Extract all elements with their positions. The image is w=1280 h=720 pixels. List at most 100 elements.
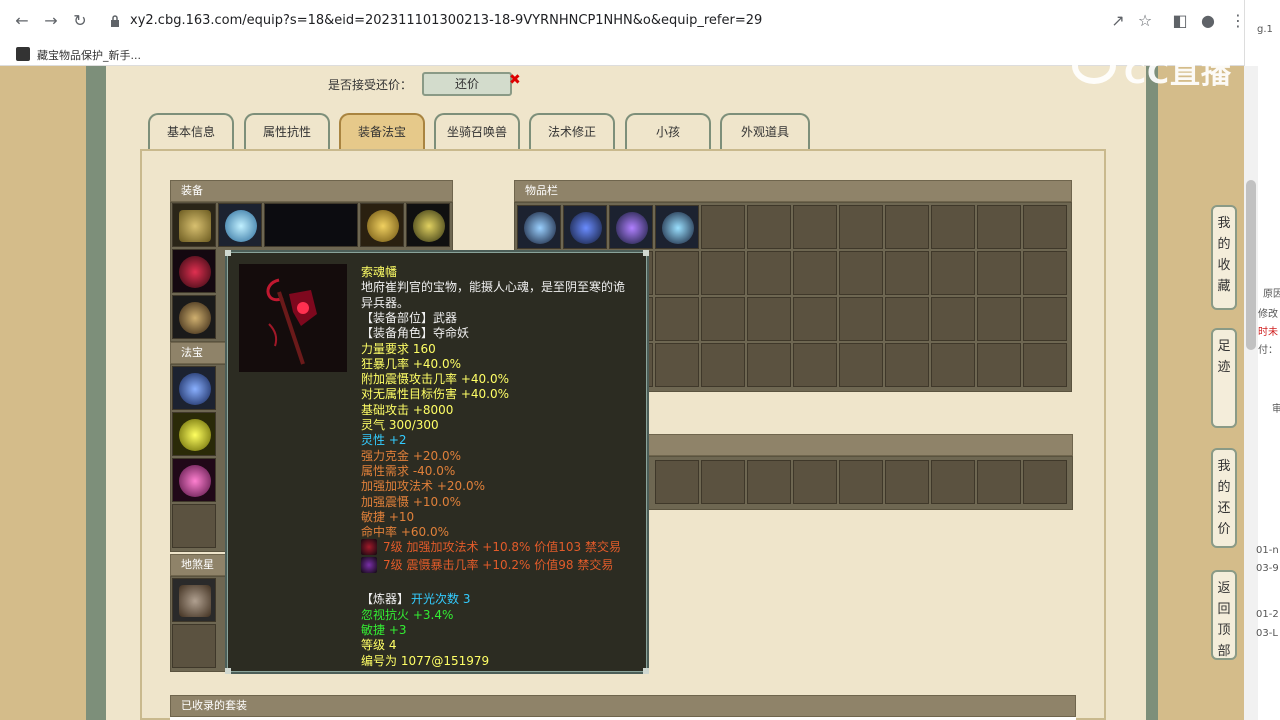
forward-arrow-icon[interactable]: → (41, 11, 61, 31)
secondary-slot[interactable] (977, 460, 1021, 504)
inventory-slot[interactable] (839, 297, 883, 341)
sidebar-icon[interactable]: ◧ (1170, 11, 1190, 31)
inventory-slot[interactable] (701, 343, 745, 387)
inventory-slot[interactable] (747, 251, 791, 295)
fabao-slot-1[interactable] (172, 366, 216, 410)
close-icon[interactable]: ✖ (509, 72, 521, 88)
inventory-slot[interactable] (885, 297, 929, 341)
collected-sets-header: 已收录的套装 (170, 695, 1076, 717)
inventory-slot[interactable] (793, 297, 837, 341)
side-button-char: 足 (1217, 339, 1231, 354)
equipment-slot-helmet[interactable] (218, 203, 262, 247)
disha-slot-1[interactable] (172, 578, 216, 622)
inventory-slot[interactable] (977, 343, 1021, 387)
equipment-slot-ring[interactable] (406, 203, 450, 247)
inventory-slot[interactable] (931, 343, 975, 387)
inventory-slot[interactable] (931, 205, 975, 249)
inventory-slot[interactable] (747, 343, 791, 387)
equipment-slot-boots[interactable] (172, 295, 216, 339)
soul-banner-icon (266, 278, 317, 365)
reload-icon[interactable]: ↻ (70, 11, 90, 31)
inventory-slot[interactable] (885, 205, 929, 249)
refine-value: 开光次数 3 (411, 592, 471, 607)
disha-section-header: 地煞星 (170, 554, 226, 576)
my-favorites-button[interactable]: 我的收藏 (1211, 205, 1237, 310)
inventory-slot[interactable] (701, 251, 745, 295)
adjacent-window-text: 01-n (1256, 545, 1279, 556)
address-bar[interactable]: xy2.cbg.163.com/equip?s=18&eid=202311101… (100, 8, 1110, 36)
history-button[interactable]: 足迹 (1211, 328, 1237, 428)
inventory-slot[interactable] (747, 205, 791, 249)
inventory-slot[interactable] (839, 343, 883, 387)
fabao-slot-4[interactable] (172, 504, 216, 548)
fabao-section-header: 法宝 (170, 342, 226, 364)
secondary-slot[interactable] (701, 460, 745, 504)
side-button-char: 价 (1217, 522, 1231, 537)
inventory-slot[interactable] (747, 297, 791, 341)
tab-spell-correction[interactable]: 法术修正 (529, 113, 615, 149)
inventory-slot[interactable] (1023, 205, 1067, 249)
inventory-slot[interactable] (1023, 297, 1067, 341)
back-arrow-icon[interactable]: ← (12, 11, 32, 31)
item-image (239, 264, 347, 372)
fabao-slot-3[interactable] (172, 458, 216, 502)
equipment-slot-armor[interactable] (172, 203, 216, 247)
inventory-slot[interactable] (1023, 251, 1067, 295)
secondary-slot[interactable] (839, 460, 883, 504)
inventory-slot[interactable] (701, 205, 745, 249)
inventory-slot[interactable] (517, 205, 561, 249)
inventory-slot[interactable] (655, 343, 699, 387)
secondary-slot[interactable] (931, 460, 975, 504)
inventory-slot[interactable] (839, 205, 883, 249)
inventory-slot[interactable] (931, 251, 975, 295)
secondary-slot[interactable] (885, 460, 929, 504)
bookmark-star-icon[interactable]: ☆ (1135, 11, 1155, 31)
inventory-slot[interactable] (655, 251, 699, 295)
inventory-slot[interactable] (885, 343, 929, 387)
tab-appearance[interactable]: 外观道具 (720, 113, 810, 149)
inventory-slot[interactable] (839, 251, 883, 295)
profile-icon[interactable]: ● (1198, 11, 1218, 31)
counter-offer-button[interactable]: 还价 (422, 72, 512, 96)
tab-attributes[interactable]: 属性抗性 (244, 113, 330, 149)
inventory-slot[interactable] (793, 251, 837, 295)
scrollbar[interactable] (1244, 66, 1258, 720)
equipment-slot-center[interactable] (264, 203, 358, 247)
inventory-slot[interactable] (793, 343, 837, 387)
equipment-slot-necklace[interactable] (360, 203, 404, 247)
secondary-slot[interactable] (747, 460, 791, 504)
adjacent-window-text: g.1 (1257, 24, 1273, 35)
tab-children[interactable]: 小孩 (625, 113, 711, 149)
bookmark-item[interactable]: 藏宝物品保护_新手... (37, 47, 141, 63)
item-description: 地府崔判官的宝物，能摄人心魂，是至阴至寒的诡 (361, 280, 626, 295)
inventory-slot[interactable] (977, 251, 1021, 295)
inventory-slot[interactable] (609, 205, 653, 249)
fabao-slot-2[interactable] (172, 412, 216, 456)
side-button-char: 我 (1217, 216, 1231, 231)
tab-equipment[interactable]: 装备法宝 (339, 113, 425, 149)
inventory-slot[interactable] (885, 251, 929, 295)
scrollbar-thumb[interactable] (1246, 180, 1256, 350)
back-to-top-button[interactable]: 返回顶部 (1211, 570, 1237, 660)
adjacent-window-text: 时未 (1258, 327, 1278, 338)
tab-mounts-pets[interactable]: 坐骑召唤兽 (434, 113, 520, 149)
inventory-slot[interactable] (701, 297, 745, 341)
secondary-slot[interactable] (1023, 460, 1067, 504)
inventory-slot[interactable] (655, 297, 699, 341)
inventory-slot[interactable] (563, 205, 607, 249)
adjacent-window-text: 付： (1258, 345, 1278, 356)
inventory-slot[interactable] (977, 205, 1021, 249)
secondary-slot[interactable] (793, 460, 837, 504)
tab-basic-info[interactable]: 基本信息 (148, 113, 234, 149)
share-icon[interactable]: ↗ (1108, 11, 1128, 31)
inventory-slot[interactable] (793, 205, 837, 249)
disha-slot-2[interactable] (172, 624, 216, 668)
inventory-slot[interactable] (977, 297, 1021, 341)
my-offers-button[interactable]: 我的还价 (1211, 448, 1237, 548)
inventory-slot[interactable] (1023, 343, 1067, 387)
secondary-slot[interactable] (655, 460, 699, 504)
equipment-slot-weapon[interactable] (172, 249, 216, 293)
inventory-slot[interactable] (655, 205, 699, 249)
tooltip-corner (643, 250, 649, 256)
inventory-slot[interactable] (931, 297, 975, 341)
